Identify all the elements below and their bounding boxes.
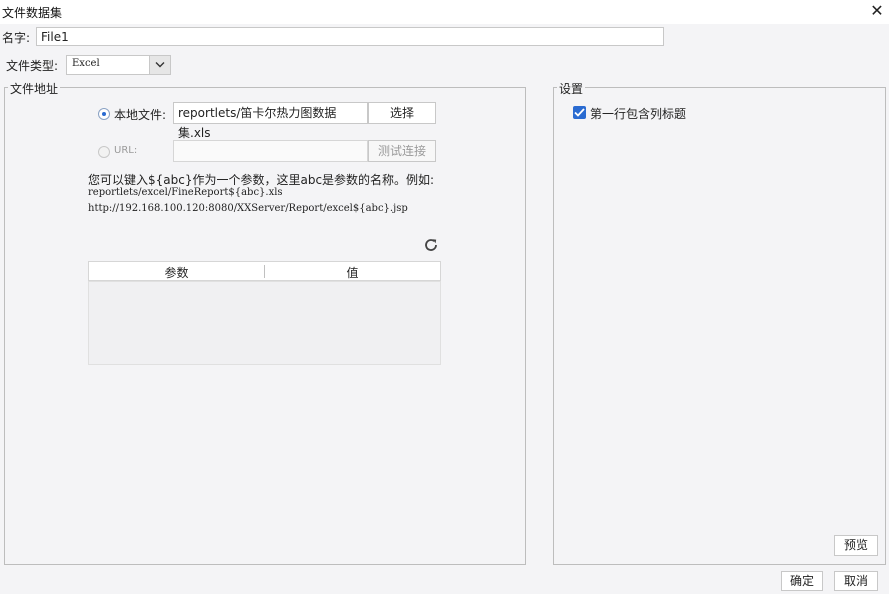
file-type-label: 文件类型: <box>6 59 59 73</box>
chevron-down-icon[interactable] <box>149 56 170 74</box>
title-bar <box>0 0 889 24</box>
first-row-header-label: 第一行包含列标题 <box>590 107 687 121</box>
refresh-icon[interactable] <box>423 237 439 253</box>
file-type-value: Excel <box>72 58 100 69</box>
settings-legend: 设置 <box>557 80 586 97</box>
file-address-legend: 文件地址 <box>8 80 61 97</box>
name-label: 名字: <box>2 31 31 45</box>
local-file-radio[interactable] <box>98 108 110 120</box>
preview-button[interactable]: 预览 <box>834 535 878 556</box>
hint-example-url: http://192.168.100.120:8080/XXServer/Rep… <box>88 203 408 214</box>
url-input[interactable] <box>173 140 368 162</box>
ok-button[interactable]: 确定 <box>781 571 823 591</box>
hint-text: 您可以键入${abc}作为一个参数，这里abc是参数的名称。例如: <box>88 173 435 187</box>
url-radio[interactable] <box>98 146 110 158</box>
select-file-button[interactable]: 选择 <box>368 102 436 124</box>
name-input[interactable]: File1 <box>36 27 664 46</box>
url-label: URL: <box>114 145 138 156</box>
settings-group <box>553 87 886 565</box>
hint-example-path: reportlets/excel/FineReport${abc}.xls <box>88 187 283 198</box>
test-connection-button[interactable]: 测试连接 <box>368 140 436 162</box>
params-table-body[interactable] <box>88 281 441 365</box>
value-column-header: 值 <box>346 266 359 280</box>
params-column-header: 参数 <box>164 266 189 280</box>
cancel-button[interactable]: 取消 <box>834 571 878 591</box>
file-type-select[interactable]: Excel <box>66 55 171 75</box>
first-row-header-checkbox[interactable] <box>573 106 586 119</box>
close-icon[interactable]: ✕ <box>869 2 885 20</box>
local-file-label: 本地文件: <box>114 108 167 122</box>
params-table-header: 参数 值 <box>88 261 441 281</box>
window-title: 文件数据集 <box>2 6 63 20</box>
local-file-path[interactable]: reportlets/笛卡尔热力图数据集.xls <box>173 102 368 140</box>
